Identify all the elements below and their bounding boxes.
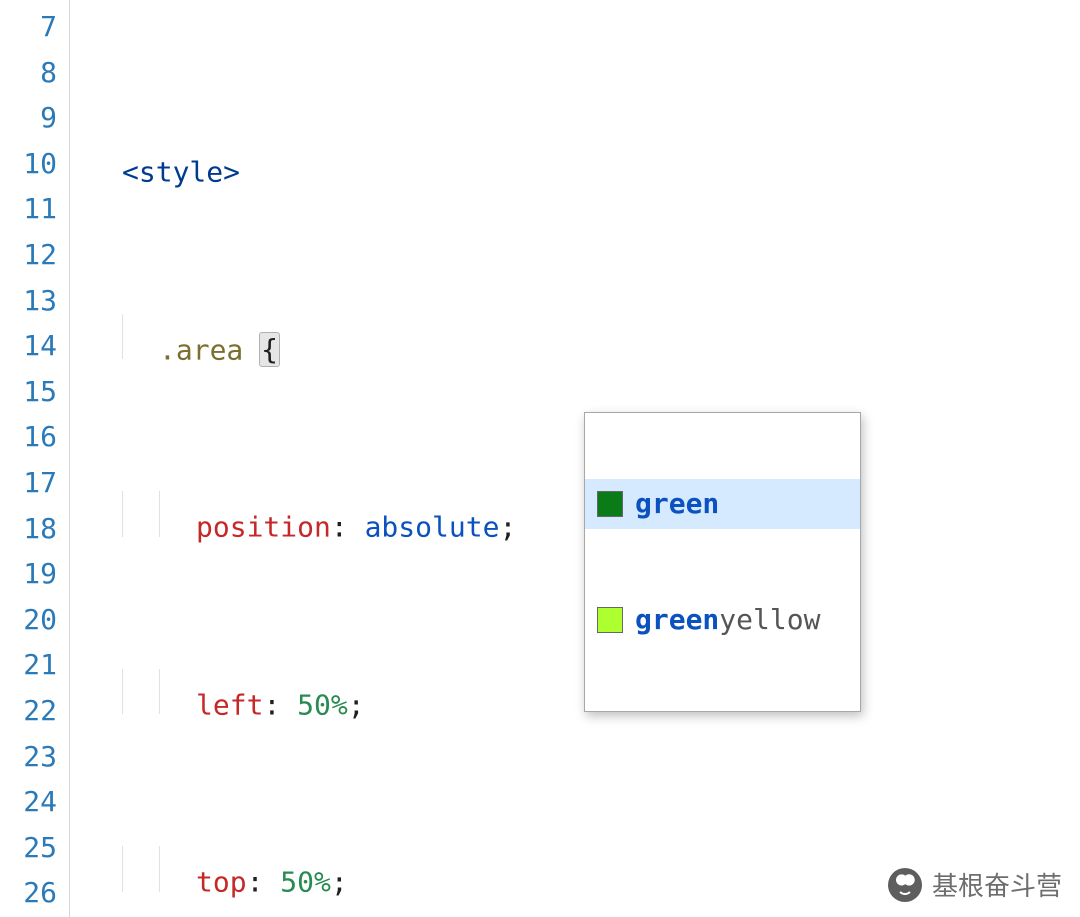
code-editor[interactable]: 7 8 9 10 11 12 13 14 15 16 17 18 19 20 2…: [0, 0, 1080, 917]
wechat-icon: [888, 868, 922, 902]
line-number: 7: [0, 4, 57, 50]
line-number: 15: [0, 369, 57, 415]
watermark-text: 基根奋斗营: [932, 866, 1062, 903]
watermark: 基根奋斗营: [888, 866, 1062, 903]
line-number: 10: [0, 141, 57, 187]
css-property: position: [196, 511, 331, 544]
line-number: 21: [0, 642, 57, 688]
color-swatch-icon: [597, 607, 623, 633]
autocomplete-match: green: [635, 603, 719, 636]
line-number: 17: [0, 460, 57, 506]
autocomplete-popup[interactable]: green greenyellow: [584, 412, 861, 712]
line-number: 13: [0, 278, 57, 324]
line-number: 26: [0, 870, 57, 916]
code-line[interactable]: <style>: [84, 136, 1080, 182]
line-number: 24: [0, 779, 57, 825]
line-number: 12: [0, 232, 57, 278]
line-number: 22: [0, 688, 57, 734]
line-number: 25: [0, 825, 57, 871]
line-number: 20: [0, 597, 57, 643]
autocomplete-item[interactable]: greenyellow: [585, 595, 860, 645]
css-property: top: [196, 866, 247, 899]
html-tag-open: <style>: [122, 156, 240, 189]
autocomplete-match: green: [635, 487, 719, 520]
line-number: 8: [0, 50, 57, 96]
autocomplete-item[interactable]: green: [585, 479, 860, 529]
code-area[interactable]: <style> .area { position: absolute; left…: [84, 0, 1080, 917]
css-value: absolute: [365, 511, 500, 544]
line-number: 9: [0, 95, 57, 141]
line-number: 11: [0, 186, 57, 232]
code-line[interactable]: left: 50%;: [84, 669, 1080, 715]
autocomplete-rest: yellow: [719, 603, 820, 636]
line-number: 14: [0, 323, 57, 369]
css-value: 50%: [280, 866, 331, 899]
line-number: 18: [0, 506, 57, 552]
line-number: 16: [0, 414, 57, 460]
color-swatch-icon: [597, 491, 623, 517]
code-line[interactable]: position: absolute;: [84, 491, 1080, 537]
line-number: 19: [0, 551, 57, 597]
brace-open: {: [260, 333, 279, 366]
css-selector: .area: [159, 333, 243, 366]
line-number-gutter: 7 8 9 10 11 12 13 14 15 16 17 18 19 20 2…: [0, 0, 70, 917]
css-property: left: [196, 688, 263, 721]
css-value: 50%: [297, 688, 348, 721]
line-number: 23: [0, 734, 57, 780]
code-line[interactable]: .area {: [84, 314, 1080, 360]
